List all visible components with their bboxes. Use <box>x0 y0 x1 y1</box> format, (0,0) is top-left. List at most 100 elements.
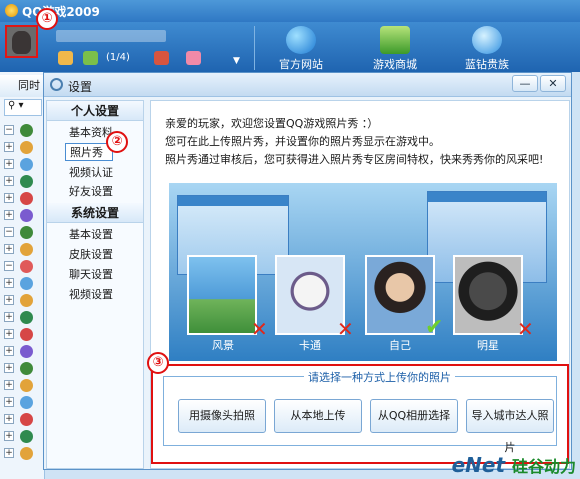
game-icon <box>20 141 33 154</box>
expand-icon[interactable]: + <box>4 193 14 203</box>
list-item[interactable]: + <box>4 190 44 207</box>
gift-icon[interactable] <box>154 51 169 65</box>
expand-icon[interactable]: + <box>4 397 14 407</box>
photo-examples-preview: ✕ 风景 ✕ 卡通 ✔ 自己 ✕ 明星 <box>169 183 557 361</box>
divider <box>254 26 255 70</box>
minimize-button[interactable]: — <box>512 75 538 92</box>
expand-icon[interactable]: + <box>4 159 14 169</box>
list-item[interactable]: + <box>4 445 44 462</box>
reject-icon: ✕ <box>251 317 268 341</box>
globe-icon <box>286 26 316 54</box>
expand-icon[interactable]: + <box>4 295 14 305</box>
game-icon <box>20 175 33 188</box>
expand-icon[interactable]: + <box>4 431 14 441</box>
menu-item-basic-settings[interactable]: 基本设置 <box>69 226 139 244</box>
game-icon <box>20 260 33 273</box>
intro-line-2: 您可在此上传照片秀，并设置你的照片秀显示在游戏中。 <box>165 135 440 148</box>
expand-icon[interactable]: + <box>4 346 14 356</box>
list-item[interactable]: + <box>4 173 44 190</box>
expand-icon[interactable]: + <box>4 210 14 220</box>
expand-icon[interactable]: + <box>4 244 14 254</box>
nav-game-shop-button[interactable]: 游戏商城 <box>357 24 433 71</box>
menu-item-basic-info[interactable]: 基本资料 <box>69 124 139 142</box>
expand-icon[interactable]: + <box>4 278 14 288</box>
list-item[interactable]: + <box>4 377 44 394</box>
city-star-import-button[interactable]: 导入城市达人照片 <box>466 399 554 454</box>
tab-concurrent[interactable]: 同时 <box>0 75 45 97</box>
expand-icon[interactable]: + <box>4 142 14 152</box>
sample-label: 自己 <box>389 339 411 352</box>
user-nickname-blurred <box>56 30 166 42</box>
qq-game-logo-icon <box>5 4 18 17</box>
list-item[interactable]: + <box>4 428 44 445</box>
collapse-icon[interactable]: − <box>4 227 14 237</box>
nav-official-site-button[interactable]: 官方网站 <box>263 24 339 71</box>
sample-photo-celebrity <box>453 255 523 335</box>
diamond-icon <box>472 26 502 54</box>
expand-icon[interactable]: + <box>4 380 14 390</box>
list-item[interactable]: + <box>4 156 44 173</box>
menu-header-personal: 个人设置 <box>47 101 143 121</box>
game-list-panel: 同时 ⚲ ▾ − + + + + + − + − + + + + + + + +… <box>0 72 45 479</box>
pig-icon[interactable] <box>186 51 201 65</box>
top-toolbar: (1/4) ▼ 官方网站 游戏商城 蓝钻贵族 <box>0 22 580 72</box>
game-icon <box>20 430 33 443</box>
menu-item-chat-settings[interactable]: 聊天设置 <box>69 266 139 284</box>
menu-item-video-verify[interactable]: 视频认证 <box>69 164 139 182</box>
group-icon[interactable] <box>83 51 98 65</box>
list-item[interactable]: + <box>4 326 44 343</box>
list-item[interactable]: + <box>4 139 44 156</box>
game-icon <box>20 209 33 222</box>
avatar[interactable] <box>5 25 38 58</box>
list-item[interactable]: + <box>4 394 44 411</box>
game-icon <box>20 243 33 256</box>
expand-icon[interactable]: + <box>4 312 14 322</box>
collapse-icon[interactable]: − <box>4 125 14 135</box>
game-icon <box>20 362 33 375</box>
qq-album-select-button[interactable]: 从QQ相册选择 <box>370 399 458 433</box>
list-item[interactable]: + <box>4 292 44 309</box>
group-count: (1/4) <box>106 52 130 63</box>
list-item[interactable]: + <box>4 360 44 377</box>
gear-icon <box>50 78 63 91</box>
sample-label: 风景 <box>212 339 234 352</box>
photo-show-panel: 亲爱的玩家，欢迎您设置QQ游戏照片秀 ：） 您可在此上传照片秀，并设置你的照片秀… <box>150 100 570 469</box>
list-item[interactable]: + <box>4 411 44 428</box>
local-upload-button[interactable]: 从本地上传 <box>274 399 362 433</box>
search-dropdown[interactable]: ⚲ ▾ <box>4 99 42 116</box>
expand-icon[interactable]: + <box>4 363 14 373</box>
nav-blue-diamond-button[interactable]: 蓝钻贵族 <box>449 24 525 71</box>
sample-photo-scenery <box>187 255 257 335</box>
game-icon <box>20 294 33 307</box>
sample-photo-cartoon <box>275 255 345 335</box>
list-item[interactable]: + <box>4 241 44 258</box>
list-item[interactable]: − <box>4 122 44 139</box>
webcam-capture-button[interactable]: 用摄像头拍照 <box>178 399 266 433</box>
game-icon <box>20 396 33 409</box>
intro-line-3: 照片秀通过审核后，您可获得进入照片秀专区房间特权，快来秀秀你的风采吧! <box>165 153 544 166</box>
game-icon <box>20 379 33 392</box>
game-icon <box>20 124 33 137</box>
game-icon <box>20 413 33 426</box>
expand-icon[interactable]: + <box>4 329 14 339</box>
bag-icon[interactable] <box>58 51 73 65</box>
list-item[interactable]: + <box>4 207 44 224</box>
list-item[interactable]: + <box>4 309 44 326</box>
menu-item-skin-settings[interactable]: 皮肤设置 <box>69 246 139 264</box>
upload-fieldset: 请选择一种方式上传你的照片 用摄像头拍照 从本地上传 从QQ相册选择 导入城市达… <box>163 369 557 454</box>
upload-title: 请选择一种方式上传你的照片 <box>304 369 455 385</box>
expand-icon[interactable]: + <box>4 176 14 186</box>
game-icon <box>20 158 33 171</box>
list-item[interactable]: + <box>4 275 44 292</box>
expand-icon[interactable]: + <box>4 414 14 424</box>
menu-item-video-settings[interactable]: 视频设置 <box>69 286 139 304</box>
menu-item-friend-settings[interactable]: 好友设置 <box>69 183 139 201</box>
list-item[interactable]: − <box>4 224 44 241</box>
close-button[interactable]: ✕ <box>540 75 566 92</box>
dialog-title-bar: 设置 — ✕ <box>44 73 571 97</box>
chevron-down-icon[interactable]: ▼ <box>233 56 240 66</box>
expand-icon[interactable]: + <box>4 448 14 458</box>
list-item[interactable]: + <box>4 343 44 360</box>
list-item[interactable]: − <box>4 258 44 275</box>
collapse-icon[interactable]: − <box>4 261 14 271</box>
